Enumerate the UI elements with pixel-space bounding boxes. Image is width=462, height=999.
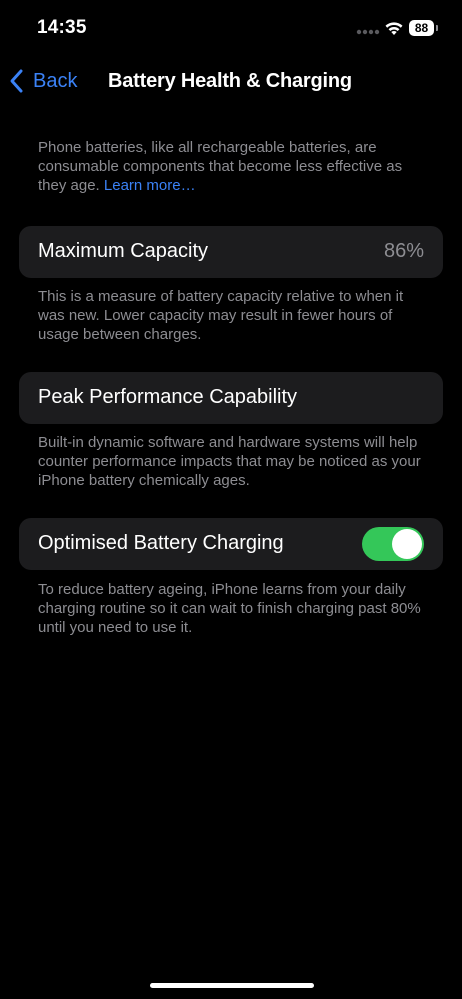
peak-performance-cell: Peak Performance Capability — [19, 372, 443, 424]
status-bar: 14:35 88 — [0, 0, 462, 56]
optimised-charging-description: To reduce battery ageing, iPhone learns … — [38, 581, 421, 636]
maximum-capacity-description: This is a measure of battery capacity re… — [38, 288, 404, 343]
battery-cap — [436, 25, 438, 31]
intro-description: Phone batteries, like all rechargeable b… — [38, 138, 428, 195]
optimised-charging-cell: Optimised Battery Charging — [19, 518, 443, 570]
intro-text: Phone batteries, like all rechargeable b… — [38, 139, 403, 194]
peak-performance-description: Built-in dynamic software and hardware s… — [38, 434, 421, 489]
wifi-icon — [385, 22, 403, 35]
cellular-signal-icon — [356, 29, 380, 35]
status-time: 14:35 — [37, 17, 87, 38]
battery-icon: 88 — [409, 20, 439, 37]
learn-more-link[interactable]: Learn more… — [104, 177, 196, 194]
navigation-bar: Back Battery Health & Charging — [0, 56, 462, 106]
battery-level: 88 — [409, 20, 434, 36]
maximum-capacity-value: 86% — [383, 240, 424, 262]
back-button[interactable]: Back — [8, 66, 77, 96]
optimised-charging-toggle[interactable] — [362, 527, 424, 561]
optimised-charging-label: Optimised Battery Charging — [38, 532, 284, 554]
peak-performance-label: Peak Performance Capability — [38, 386, 298, 408]
chevron-left-icon — [10, 69, 23, 93]
page-title: Battery Health & Charging — [108, 70, 352, 92]
home-indicator[interactable] — [150, 983, 314, 988]
toggle-knob — [392, 529, 422, 559]
maximum-capacity-cell: Maximum Capacity 86% — [19, 226, 443, 278]
maximum-capacity-label: Maximum Capacity — [38, 240, 209, 262]
back-label: Back — [33, 69, 78, 92]
